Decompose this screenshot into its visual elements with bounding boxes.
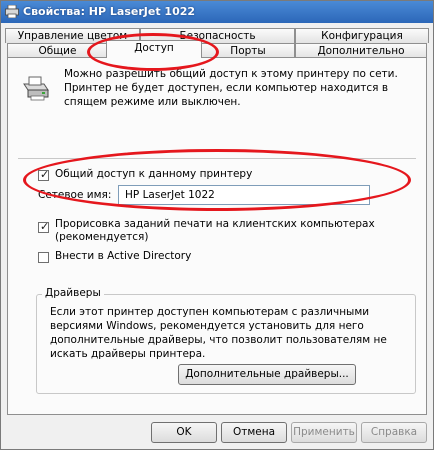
active-directory-label[interactable]: Внести в Active Directory [55,250,191,262]
tab-advanced[interactable]: Дополнительно [295,43,427,58]
tab-label: Дополнительно [317,45,405,57]
tab-label: Порты [230,45,266,57]
share-printer-checkbox[interactable]: ✓ [38,168,50,181]
render-jobs-label-note: (рекомендуется) [55,231,149,243]
render-jobs-label[interactable]: Прорисовка заданий печати на клиентских … [55,218,375,230]
divider [18,158,416,159]
title-bar[interactable]: Свойства: HP LaserJet 1022 [1,1,433,23]
apply-button[interactable]: Применить [291,422,357,443]
cancel-button[interactable]: Отмена [221,422,287,443]
drivers-text-line: Если этот принтер доступен компьютерам с… [50,306,370,318]
render-jobs-checkbox[interactable]: ✓ [38,220,50,233]
tab-label: Конфигурация [321,30,403,42]
drivers-group-title: Драйверы [42,287,104,299]
tab-ports[interactable]: Порты [201,43,295,58]
info-text-line: Принтер не будет доступен, если компьюте… [64,82,389,94]
drivers-text-line: искать драйверы принтера. [50,348,206,360]
window-title: Свойства: HP LaserJet 1022 [23,5,196,18]
check-icon: ✓ [40,168,50,181]
sharing-panel: Можно разрешить общий доступ к этому при… [7,57,427,415]
tab-label: Общие [38,45,77,57]
share-printer-label[interactable]: Общий доступ к данному принтеру [55,168,252,180]
check-icon: ✓ [40,220,50,233]
properties-dialog: Свойства: HP LaserJet 1022 Управление цв… [0,0,434,450]
tab-label: Доступ [134,42,174,54]
drivers-text-line: дополнительные драйверы, что позволит по… [50,334,387,346]
help-button[interactable]: Справка [361,422,427,443]
tab-configuration[interactable]: Конфигурация [295,28,429,43]
printer-icon [23,76,49,101]
printer-icon [5,5,19,18]
share-name-label: Сетевое имя: [38,189,112,201]
share-name-value: HP LaserJet 1022 [125,189,215,201]
tab-general[interactable]: Общие [7,43,108,58]
info-text-line: Можно разрешить общий доступ к этому при… [64,68,398,80]
info-text-line: спящем режиме или выключен. [64,96,241,108]
additional-drivers-button[interactable]: Дополнительные драйверы... [178,364,356,385]
drivers-text-line: версиями Windows, рекомендуется установи… [50,320,364,332]
tab-sharing[interactable]: Доступ [106,40,202,58]
ok-button[interactable]: OK [151,422,217,443]
active-directory-checkbox[interactable] [38,252,49,263]
share-name-input[interactable]: HP LaserJet 1022 [118,185,370,205]
